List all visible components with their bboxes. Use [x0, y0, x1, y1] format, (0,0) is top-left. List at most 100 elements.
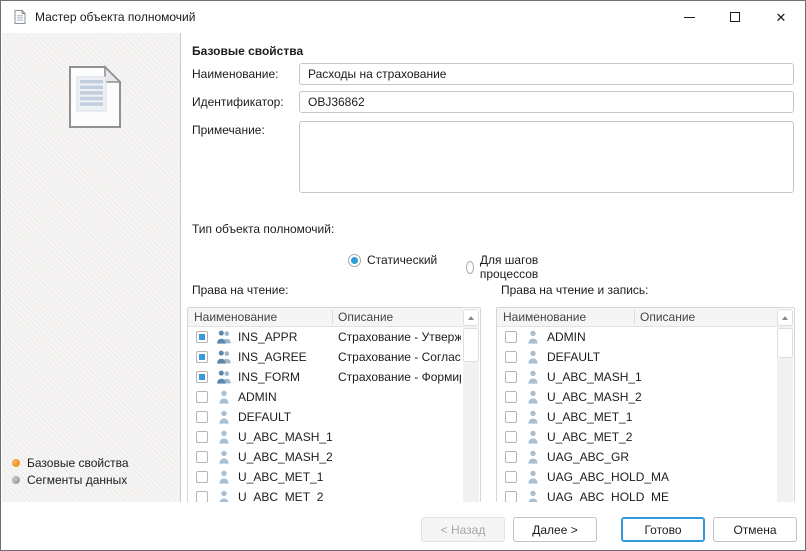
column-header-name[interactable]: Наименование [194, 308, 277, 326]
unchecked-checkbox[interactable] [196, 391, 208, 403]
user-icon [525, 450, 541, 464]
scrollbar-thumb[interactable] [463, 328, 479, 362]
list-rows: ADMINDEFAULTU_ABC_MASH_1U_ABC_MASH_2U_AB… [497, 327, 777, 529]
list-item[interactable]: INS_APPRСтрахование - Утвержден [188, 327, 463, 347]
titlebar: Мастер объекта полномочий ✕ [1, 1, 805, 33]
group-icon [216, 330, 232, 344]
window-title: Мастер объекта полномочий [35, 1, 195, 33]
row-name: UAG_ABC_HOLD_MA [547, 467, 669, 487]
list-item[interactable]: UAG_ABC_HOLD_MA [497, 467, 777, 487]
read-rights-label: Права на чтение: [192, 283, 288, 297]
column-header-description[interactable]: Описание [640, 308, 695, 326]
permission-type-label: Тип объекта полномочий: [192, 222, 334, 236]
note-textarea[interactable] [299, 121, 794, 193]
radio-label: Для шагов процессов [480, 253, 544, 281]
scroll-up-button[interactable] [463, 309, 479, 326]
radio-selected-icon [348, 254, 361, 267]
identifier-label: Идентификатор: [192, 95, 284, 109]
radio-process-steps[interactable]: Для шагов процессов [466, 253, 543, 281]
window-controls: ✕ [666, 2, 804, 32]
row-description: Страхование - Формирован [338, 367, 461, 387]
scrollbar-thumb[interactable] [777, 328, 793, 358]
minimize-button[interactable] [666, 2, 712, 32]
list-item[interactable]: DEFAULT [188, 407, 463, 427]
step-data-segments[interactable]: Сегменты данных [12, 471, 129, 488]
minimize-icon [684, 17, 695, 18]
list-item[interactable]: INS_AGREE Страхование - Согласован [188, 347, 463, 367]
step-label: Сегменты данных [27, 473, 127, 487]
checked-checkbox[interactable] [196, 371, 208, 383]
user-icon [216, 390, 232, 404]
back-button[interactable]: < Назад [421, 517, 505, 542]
active-step-bullet-icon [12, 459, 20, 467]
radio-static[interactable]: Статический [348, 253, 437, 267]
read-write-rights-label: Права на чтение и запись: [501, 283, 648, 297]
column-header-description[interactable]: Описание [338, 308, 393, 326]
list-item[interactable]: DEFAULT [497, 347, 777, 367]
unchecked-checkbox[interactable] [196, 411, 208, 423]
vertical-scrollbar[interactable] [777, 309, 793, 528]
unchecked-checkbox[interactable] [196, 471, 208, 483]
maximize-button[interactable] [712, 2, 758, 32]
list-item[interactable]: U_ABC_MET_1 [188, 467, 463, 487]
list-item[interactable]: U_ABC_MET_1 [497, 407, 777, 427]
arrow-up-icon [468, 316, 474, 320]
unchecked-checkbox[interactable] [505, 391, 517, 403]
list-item[interactable]: INS_FORM Страхование - Формирован [188, 367, 463, 387]
next-button[interactable]: Далее > [513, 517, 597, 542]
name-label: Наименование: [192, 67, 279, 81]
unchecked-checkbox[interactable] [505, 351, 517, 363]
column-header-name[interactable]: Наименование [503, 308, 586, 326]
row-name: U_ABC_MASH_1 [238, 427, 333, 447]
unchecked-checkbox[interactable] [505, 451, 517, 463]
close-button[interactable]: ✕ [758, 2, 804, 32]
user-icon [216, 430, 232, 444]
group-icon [216, 350, 232, 364]
row-name: DEFAULT [547, 347, 600, 367]
list-item[interactable]: U_ABC_MASH_1 [188, 427, 463, 447]
user-icon [216, 450, 232, 464]
footer: < Назад Далее > Готово Отмена [1, 502, 805, 550]
permission-object-wizard-window: Мастер объекта полномочий ✕ Б [0, 0, 806, 551]
list-header: Наименование Описание [188, 308, 463, 327]
unchecked-checkbox[interactable] [505, 371, 517, 383]
finish-button[interactable]: Готово [621, 517, 705, 542]
unchecked-checkbox[interactable] [505, 331, 517, 343]
unchecked-checkbox[interactable] [505, 411, 517, 423]
checked-checkbox[interactable] [196, 351, 208, 363]
row-name: DEFAULT [238, 407, 291, 427]
maximize-icon [730, 12, 740, 22]
identifier-input[interactable] [299, 91, 794, 113]
step-basic-properties[interactable]: Базовые свойства [12, 454, 129, 471]
user-icon [525, 350, 541, 364]
column-separator [332, 310, 333, 324]
list-item[interactable]: U_ABC_MASH_2 [188, 447, 463, 467]
row-name: INS_AGREE [238, 347, 307, 367]
list-item[interactable]: ADMIN [188, 387, 463, 407]
row-description: Страхование - Согласован [338, 347, 461, 367]
list-item[interactable]: U_ABC_MET_2 [497, 427, 777, 447]
name-input[interactable] [299, 63, 794, 85]
unchecked-checkbox[interactable] [505, 431, 517, 443]
unchecked-checkbox[interactable] [196, 451, 208, 463]
scroll-up-button[interactable] [777, 309, 793, 326]
list-item[interactable]: U_ABC_MASH_2 [497, 387, 777, 407]
document-icon [12, 9, 28, 25]
list-item[interactable]: U_ABC_MASH_1 [497, 367, 777, 387]
row-name: U_ABC_MET_1 [547, 407, 632, 427]
row-name: INS_FORM [238, 367, 300, 387]
wizard-sidebar: Базовые свойства Сегменты данных [2, 33, 181, 504]
checked-checkbox[interactable] [196, 331, 208, 343]
list-header: Наименование Описание [497, 308, 777, 327]
cancel-button[interactable]: Отмена [713, 517, 797, 542]
row-name: U_ABC_MET_1 [238, 467, 323, 487]
unchecked-checkbox[interactable] [505, 471, 517, 483]
list-item[interactable]: ADMIN [497, 327, 777, 347]
close-icon: ✕ [776, 11, 787, 24]
vertical-scrollbar[interactable] [463, 309, 479, 528]
row-name: U_ABC_MASH_1 [547, 367, 642, 387]
list-item[interactable]: UAG_ABC_GR [497, 447, 777, 467]
wizard-steps: Базовые свойства Сегменты данных [12, 454, 129, 488]
user-icon [216, 410, 232, 424]
unchecked-checkbox[interactable] [196, 431, 208, 443]
